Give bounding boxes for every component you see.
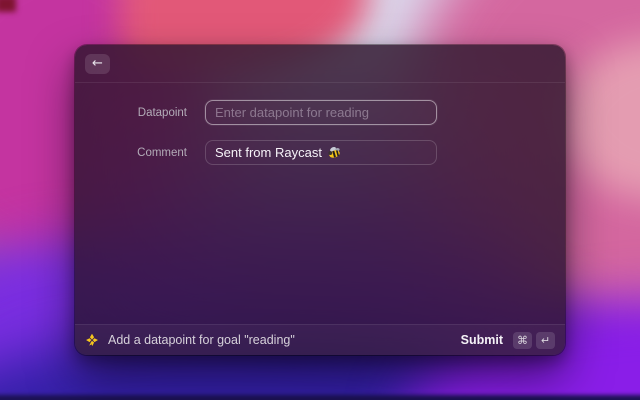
- comment-value: Sent from Raycast: [215, 145, 322, 160]
- datapoint-label: Datapoint: [137, 106, 187, 119]
- form-row-comment: Comment Sent from Raycast: [75, 140, 565, 165]
- comment-input[interactable]: Sent from Raycast: [205, 140, 437, 165]
- wallpaper-blob: [0, 0, 16, 12]
- footer-status: Add a datapoint for goal "reading": [85, 333, 295, 347]
- comment-label: Comment: [137, 146, 187, 159]
- cmd-key-icon: ⌘: [513, 331, 532, 349]
- datapoint-input-container: [205, 100, 437, 125]
- form-row-datapoint: Datapoint: [75, 100, 565, 125]
- back-arrow-icon: ←: [92, 55, 103, 71]
- return-key-icon: ↵: [536, 331, 555, 349]
- bee-emoji-icon: [327, 146, 342, 159]
- window-footer: Add a datapoint for goal "reading" Submi…: [75, 324, 565, 355]
- submit-button[interactable]: Submit: [461, 333, 503, 347]
- footer-actions: Submit ⌘ ↵: [461, 331, 555, 349]
- footer-status-text: Add a datapoint for goal "reading": [108, 333, 295, 347]
- datapoint-form: Datapoint Comment Sent from Raycast: [75, 83, 565, 165]
- wallpaper-blob: [0, 395, 640, 400]
- window-header: ←: [75, 45, 565, 83]
- beeminder-icon: [85, 333, 99, 347]
- back-button[interactable]: ←: [85, 53, 110, 74]
- raycast-window: ← Datapoint Comment Sent from Raycast: [75, 45, 565, 355]
- datapoint-input[interactable]: [215, 105, 427, 120]
